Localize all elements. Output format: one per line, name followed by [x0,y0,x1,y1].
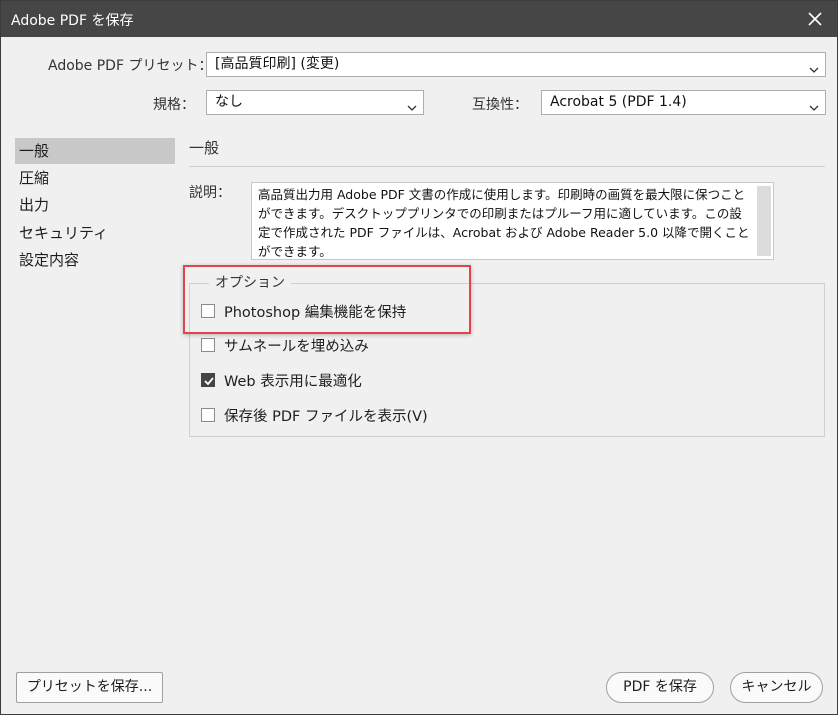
description-text: 高品質出力用 Adobe PDF 文書の作成に使用します。印刷時の画質を最大限に… [258,187,750,259]
compatibility-value: Acrobat 5 (PDF 1.4) [550,94,687,110]
sidebar-item-label: 出力 [19,196,50,214]
sidebar-item-label: 圧縮 [19,169,50,187]
cancel-button[interactable]: キャンセル [730,672,823,703]
sidebar-item-label: 一般 [19,142,50,160]
option-preserve-photoshop-editing[interactable]: Photoshop 編集機能を保持 [201,301,406,321]
description-scrollbar[interactable] [757,186,771,256]
standard-label: 規格： [153,97,195,113]
preset-label: Adobe PDF プリセット： [48,58,213,74]
sidebar-item-summary[interactable]: 設定内容 [15,247,175,273]
standard-value: なし [215,94,243,110]
description-label: 説明： [189,185,231,201]
sidebar: 一般 圧縮 出力 セキュリティ 設定内容 [15,138,175,648]
sidebar-item-compression[interactable]: 圧縮 [15,165,175,191]
checkbox-checked[interactable] [201,373,215,387]
compatibility-select[interactable]: Acrobat 5 (PDF 1.4) [541,90,826,115]
option-view-pdf-after-save[interactable]: 保存後 PDF ファイルを表示(V) [201,405,428,425]
option-optimize-web[interactable]: Web 表示用に最適化 [201,370,362,390]
checkmark-icon [204,377,214,386]
save-preset-button[interactable]: プリセットを保存... [16,672,163,703]
option-embed-thumbnails[interactable]: サムネールを埋め込み [201,335,369,355]
title-bar: Adobe PDF を保存 [1,1,837,37]
sidebar-item-general[interactable]: 一般 [15,138,175,164]
option-label: 保存後 PDF ファイルを表示(V) [224,408,428,425]
chevron-down-icon [809,98,819,111]
options-title: オプション [209,272,291,292]
sidebar-item-security[interactable]: セキュリティ [15,220,175,246]
sidebar-item-label: 設定内容 [19,251,80,269]
section-divider [189,166,825,167]
save-pdf-dialog: Adobe PDF を保存 Adobe PDF プリセット： [高品質印刷] (… [0,0,838,715]
save-pdf-button[interactable]: PDF を保存 [606,672,714,703]
chevron-down-icon [809,60,819,73]
window-title: Adobe PDF を保存 [11,13,134,29]
compatibility-label: 互換性： [472,97,528,113]
sidebar-item-output[interactable]: 出力 [15,192,175,218]
checkbox[interactable] [201,304,215,318]
preset-select[interactable]: [高品質印刷] (変更) [206,52,826,77]
sidebar-item-label: セキュリティ [19,224,109,242]
option-label: Photoshop 編集機能を保持 [224,304,407,321]
option-label: サムネールを埋め込み [224,338,369,355]
checkbox[interactable] [201,408,215,422]
standard-select[interactable]: なし [206,90,424,115]
description-box[interactable]: 高品質出力用 Adobe PDF 文書の作成に使用します。印刷時の画質を最大限に… [251,182,774,260]
section-title: 一般 [189,139,220,157]
checkbox[interactable] [201,338,215,352]
chevron-down-icon [407,98,417,111]
option-label: Web 表示用に最適化 [224,373,362,390]
preset-value: [高品質印刷] (変更) [215,56,340,72]
close-icon[interactable] [803,7,827,31]
